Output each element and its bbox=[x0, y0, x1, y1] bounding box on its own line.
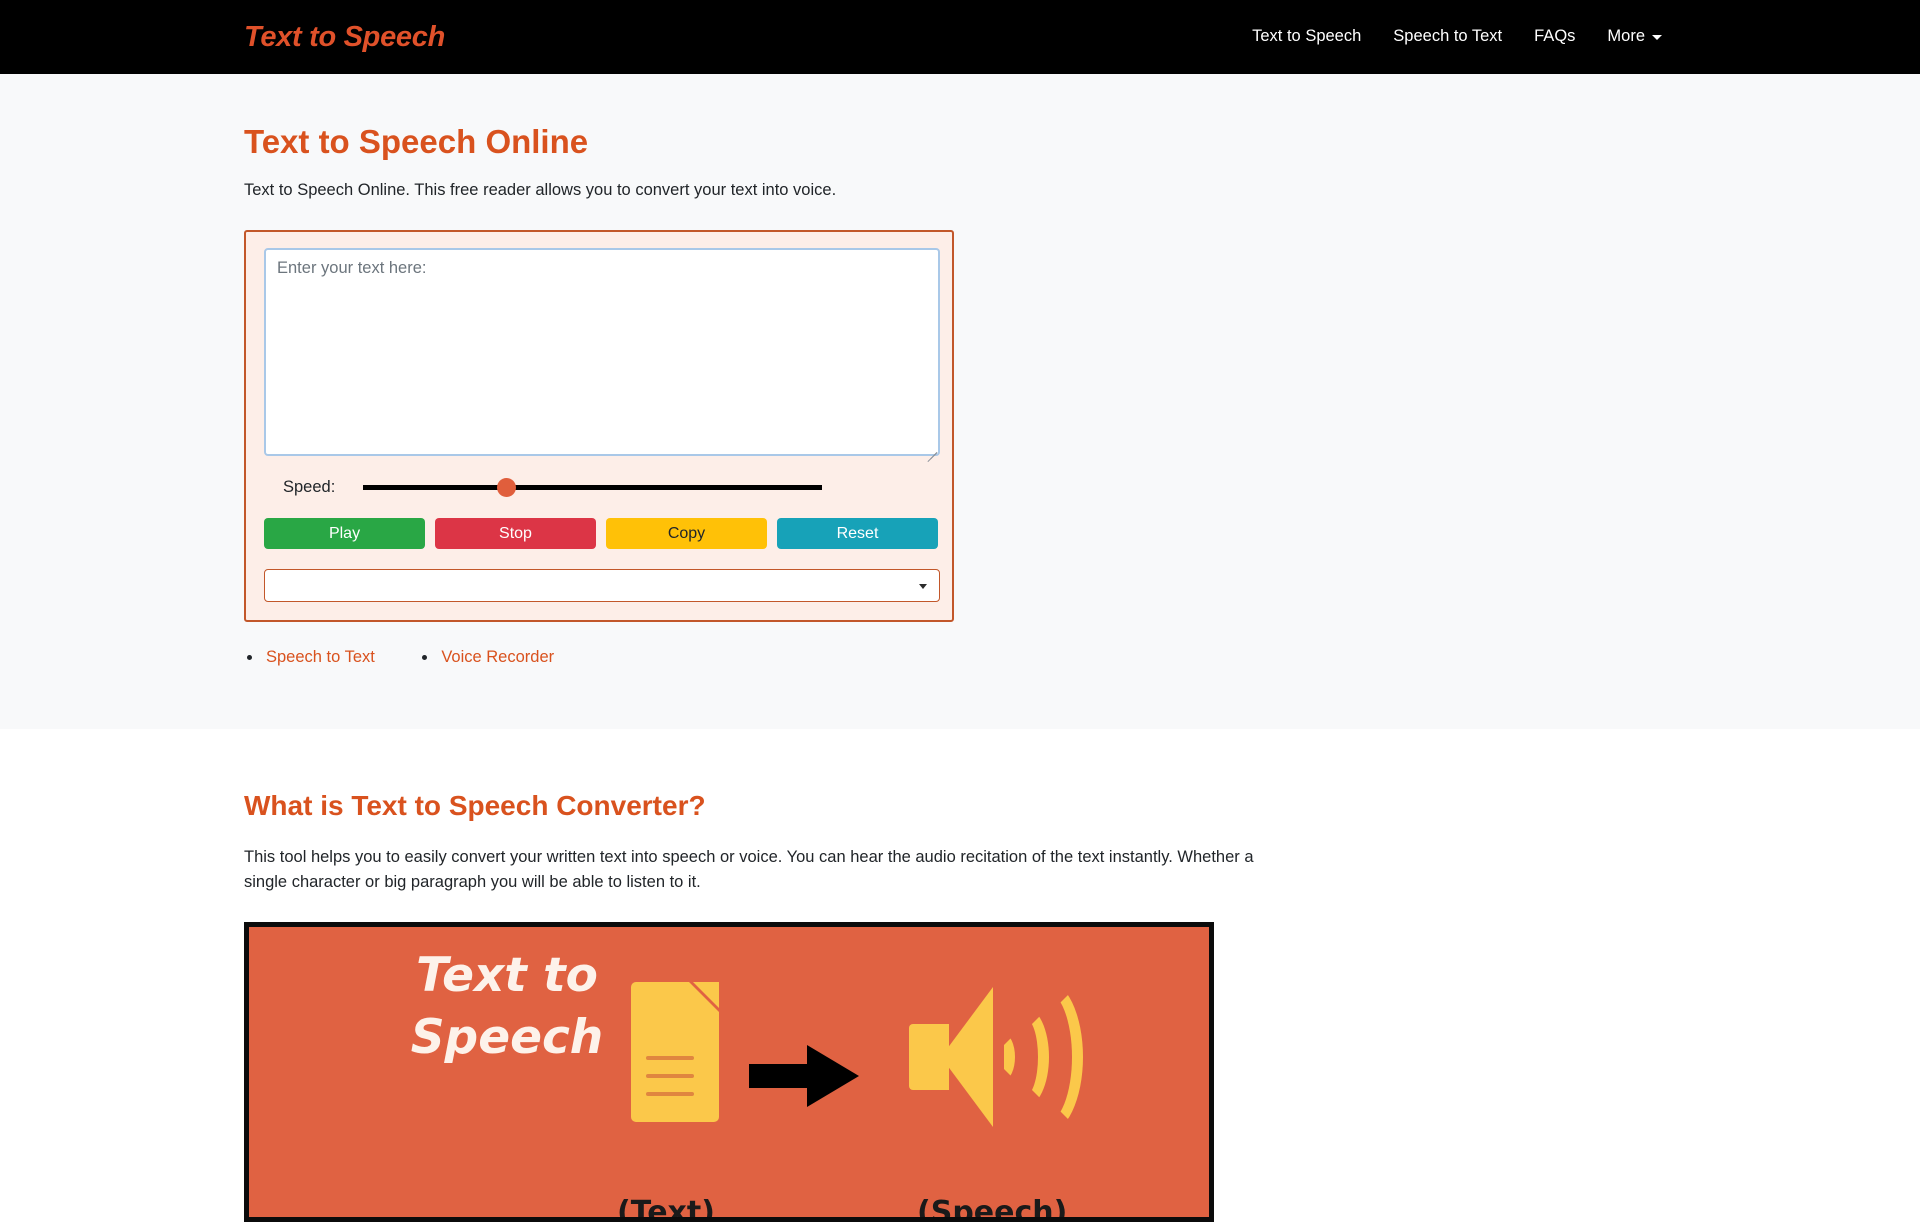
related-links-list: Speech to Text Voice Recorder bbox=[240, 648, 1680, 667]
page-description: Text to Speech Online. This free reader … bbox=[244, 180, 837, 199]
voice-select-row bbox=[260, 569, 940, 603]
stop-button[interactable]: Stop bbox=[435, 518, 596, 550]
link-speech-to-text[interactable]: Speech to Text bbox=[266, 648, 375, 666]
reset-button[interactable]: Reset bbox=[777, 518, 938, 550]
list-item: Speech to Text bbox=[244, 648, 375, 667]
speed-control-row: Speed: bbox=[260, 476, 938, 498]
slider-track[interactable] bbox=[363, 485, 823, 491]
nav-item-speech-to-text[interactable]: Speech to Text bbox=[1377, 19, 1518, 55]
copy-button[interactable]: Copy bbox=[606, 518, 767, 550]
nav-label: FAQs bbox=[1534, 27, 1576, 46]
nav-item-faqs[interactable]: FAQs bbox=[1518, 19, 1591, 55]
banner-label-speech: (Speech) bbox=[917, 1194, 1068, 1222]
nav-label: Text to Speech bbox=[1252, 27, 1362, 46]
list-item: Voice Recorder bbox=[419, 648, 554, 667]
document-icon bbox=[631, 981, 719, 1122]
nav-item-text-to-speech[interactable]: Text to Speech bbox=[1236, 19, 1377, 55]
link-voice-recorder[interactable]: Voice Recorder bbox=[441, 648, 554, 666]
slider-thumb[interactable] bbox=[496, 478, 516, 498]
nav-links: Text to Speech Speech to Text FAQs More bbox=[1236, 19, 1680, 55]
chevron-down-icon bbox=[1652, 35, 1662, 41]
nav-item-more[interactable]: More bbox=[1591, 19, 1678, 55]
nav-label: More bbox=[1607, 27, 1645, 46]
banner-title: Text to Speech bbox=[410, 947, 604, 1065]
arrow-right-icon bbox=[749, 1044, 859, 1107]
nav-label: Speech to Text bbox=[1393, 27, 1503, 46]
page-title: Text to Speech Online bbox=[244, 123, 589, 160]
play-button[interactable]: Play bbox=[264, 518, 425, 550]
about-heading: What is Text to Speech Converter? bbox=[244, 790, 706, 821]
speed-label: Speed: bbox=[283, 477, 336, 496]
about-paragraph: This tool helps you to easily convert yo… bbox=[244, 847, 1254, 892]
speaker-volume-icon bbox=[909, 977, 1089, 1137]
text-to-speech-banner-image: Text to Speech (Text) (Speech) bbox=[244, 921, 1214, 1222]
voice-select[interactable] bbox=[264, 569, 940, 603]
action-buttons-row: Play Stop Copy Reset bbox=[260, 518, 938, 550]
top-navbar: Text to Speech Text to Speech Speech to … bbox=[0, 0, 1920, 74]
banner-label-text: (Text) bbox=[617, 1194, 715, 1222]
text-input-textarea[interactable] bbox=[264, 248, 940, 457]
about-section: What is Text to Speech Converter? This t… bbox=[0, 729, 1920, 1222]
tts-tool-panel: Speed: Play Stop Copy Reset bbox=[244, 230, 954, 623]
tool-section: Text to Speech Online Text to Speech Onl… bbox=[0, 74, 1920, 729]
site-logo[interactable]: Text to Speech bbox=[240, 21, 445, 54]
speed-slider[interactable] bbox=[363, 476, 823, 498]
